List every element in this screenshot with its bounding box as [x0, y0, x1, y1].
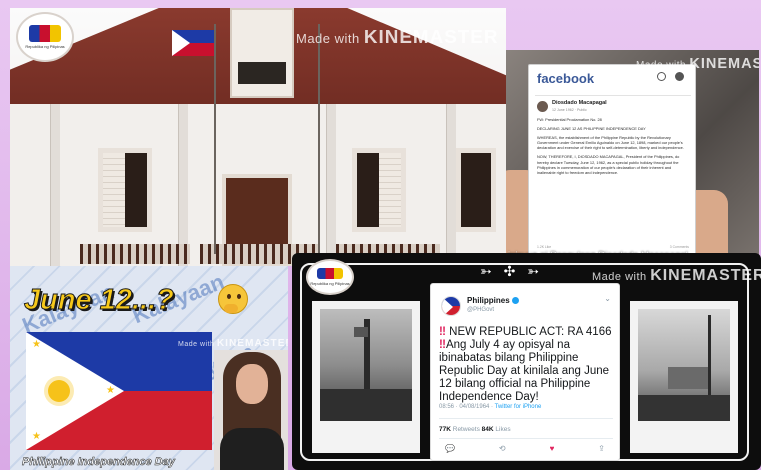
tweet-line: Ang July 4 ay opisyal na ibinabatas bila… [439, 339, 610, 403]
post-paragraph: DECLARING JUNE 12 AS PHILIPPINE INDEPEND… [537, 126, 646, 132]
facade [10, 104, 506, 266]
historical-photo [312, 301, 420, 453]
post-paragraph: WHEREAS, the establishment of the Philip… [537, 135, 684, 151]
verified-icon [511, 297, 519, 305]
republic-logo: Republika ng Pilipinas [16, 12, 74, 62]
watermark-brand: KINEMASTER [689, 56, 759, 72]
watermark-prefix: Made with [592, 271, 647, 283]
divider [439, 438, 613, 439]
kinemaster-watermark: Made with KINEMASTER [296, 26, 498, 48]
tweet-meta: 08:56 · 04/08/1964 · Twitter for iPhone [439, 404, 541, 410]
post-body: FW: Presidential Proclamation No. 28 DEC… [537, 117, 689, 179]
logo-mark [316, 267, 344, 280]
window [352, 148, 406, 232]
divider [439, 418, 613, 419]
flag-pole [318, 24, 320, 254]
retweet-count[interactable]: 77K [439, 426, 451, 433]
chevron-down-icon[interactable]: ⌄ [604, 294, 611, 303]
watermark-brand: KINEMASTER [216, 338, 288, 349]
facebook-post-panel: facebook Diosdado Macapagal 12 June 1962… [506, 50, 759, 266]
presenter-video [214, 350, 288, 470]
tweet-stats: 77K Retweets 84K Likes [439, 426, 511, 433]
facade-column [178, 104, 188, 266]
tweet-text: ‼ NEW REPUBLIC ACT: RA 4166 ‼Ang July 4 … [439, 326, 615, 404]
watermark-prefix: Made with [296, 31, 360, 46]
avatar[interactable] [441, 296, 461, 316]
facebook-card: facebook Diosdado Macapagal 12 June 1962… [528, 64, 696, 256]
facade-column [446, 104, 456, 266]
tweet-handle[interactable]: @PHGovt [467, 307, 494, 313]
watermark-prefix: Made with [636, 60, 687, 71]
facade-column [50, 104, 60, 266]
philippine-flag [172, 30, 214, 56]
tweet-author-name: Philippines [467, 296, 510, 305]
balcony-railing [80, 244, 190, 264]
sun-icon [48, 380, 70, 402]
tweet-source[interactable]: Twitter for iPhone [495, 404, 542, 410]
june-title: June 12...? [24, 284, 175, 317]
like-icon[interactable]: ♥ [550, 444, 555, 453]
kinemaster-watermark: Made with KINEMASTER [636, 56, 759, 72]
star-icon: ★ [106, 385, 115, 396]
house-photo-panel: Republika ng Pilipinas Made with KINEMAS… [10, 8, 506, 266]
historical-photo [630, 301, 738, 453]
star-icon: ★ [32, 431, 41, 442]
window [456, 148, 496, 232]
facade-column [326, 104, 336, 266]
watermark-brand: KINEMASTER [363, 26, 499, 47]
divider [535, 95, 691, 96]
retweet-icon[interactable]: ⟲ [499, 444, 506, 453]
search-icon[interactable] [657, 72, 666, 81]
post-author[interactable]: Diosdado Macapagal [552, 100, 607, 106]
star-icon: ★ [32, 339, 41, 350]
tweet-card: Philippines @PHGovt ⌄ ‼ NEW REPUBLIC ACT… [430, 283, 620, 461]
reply-icon[interactable]: 💬 [445, 444, 455, 453]
watermark-prefix: Made with [178, 341, 215, 348]
ornament: ➳ ✣ ➳ [480, 263, 543, 279]
like-label: Likes [493, 426, 511, 433]
share-icon[interactable]: ⇪ [598, 444, 605, 453]
republic-logo: Republika ng Pilipinas [306, 259, 354, 295]
post-paragraph: NOW, THEREFORE, I, DIOSDADO MACAPAGAL, P… [537, 154, 680, 175]
tweet-panel: Republika ng Pilipinas ➳ ✣ ➳ Made with K… [292, 253, 761, 470]
june-12-panel: Kalayaan Kalayaan Kalayaan June 12...? ★… [10, 266, 288, 470]
june-caption: Philippine Independence Day [22, 456, 175, 469]
post-paragraph: FW: Presidential Proclamation No. 28 [537, 117, 602, 122]
logo-caption: Republika ng Pilipinas [25, 43, 65, 49]
exclamation-icon: ‼ [439, 339, 446, 351]
logo-mark [28, 25, 62, 42]
watermark-brand: KINEMASTER [650, 267, 761, 284]
like-count[interactable]: 84K [482, 426, 494, 433]
comment-count[interactable]: 3 Comments [670, 245, 689, 249]
exclamation-icon: ‼ [439, 326, 446, 338]
avatar[interactable] [537, 101, 548, 112]
tweet-time: 08:56 · 04/08/1964 · [439, 404, 495, 410]
flag-pole [214, 24, 216, 254]
kinemaster-watermark: Made with KINEMASTER [178, 338, 288, 349]
gable [230, 8, 294, 98]
like-count[interactable]: 1.2K Like [537, 245, 551, 249]
tweet-line: NEW REPUBLIC ACT: RA 4166 [445, 326, 612, 338]
tweet-actions: 💬 ⟲ ♥ ⇪ [445, 444, 605, 453]
facebook-logo: facebook [537, 71, 595, 86]
window-shutter [379, 153, 401, 227]
gable-sign [238, 62, 286, 84]
window-shutter [103, 153, 125, 227]
post-footer: 1.2K Like 3 Comments [537, 245, 689, 249]
messenger-icon[interactable] [675, 72, 684, 81]
tweet-author[interactable]: Philippines [467, 296, 519, 305]
philippine-flag: ★ ★ ★ [26, 332, 212, 450]
thinking-face-icon [218, 284, 248, 314]
post-date: 12 June 1962 · Public [552, 108, 587, 112]
window [98, 148, 152, 232]
retweet-label: Retweets [450, 426, 482, 433]
logo-caption: Republika ng Pilipinas [310, 281, 350, 287]
